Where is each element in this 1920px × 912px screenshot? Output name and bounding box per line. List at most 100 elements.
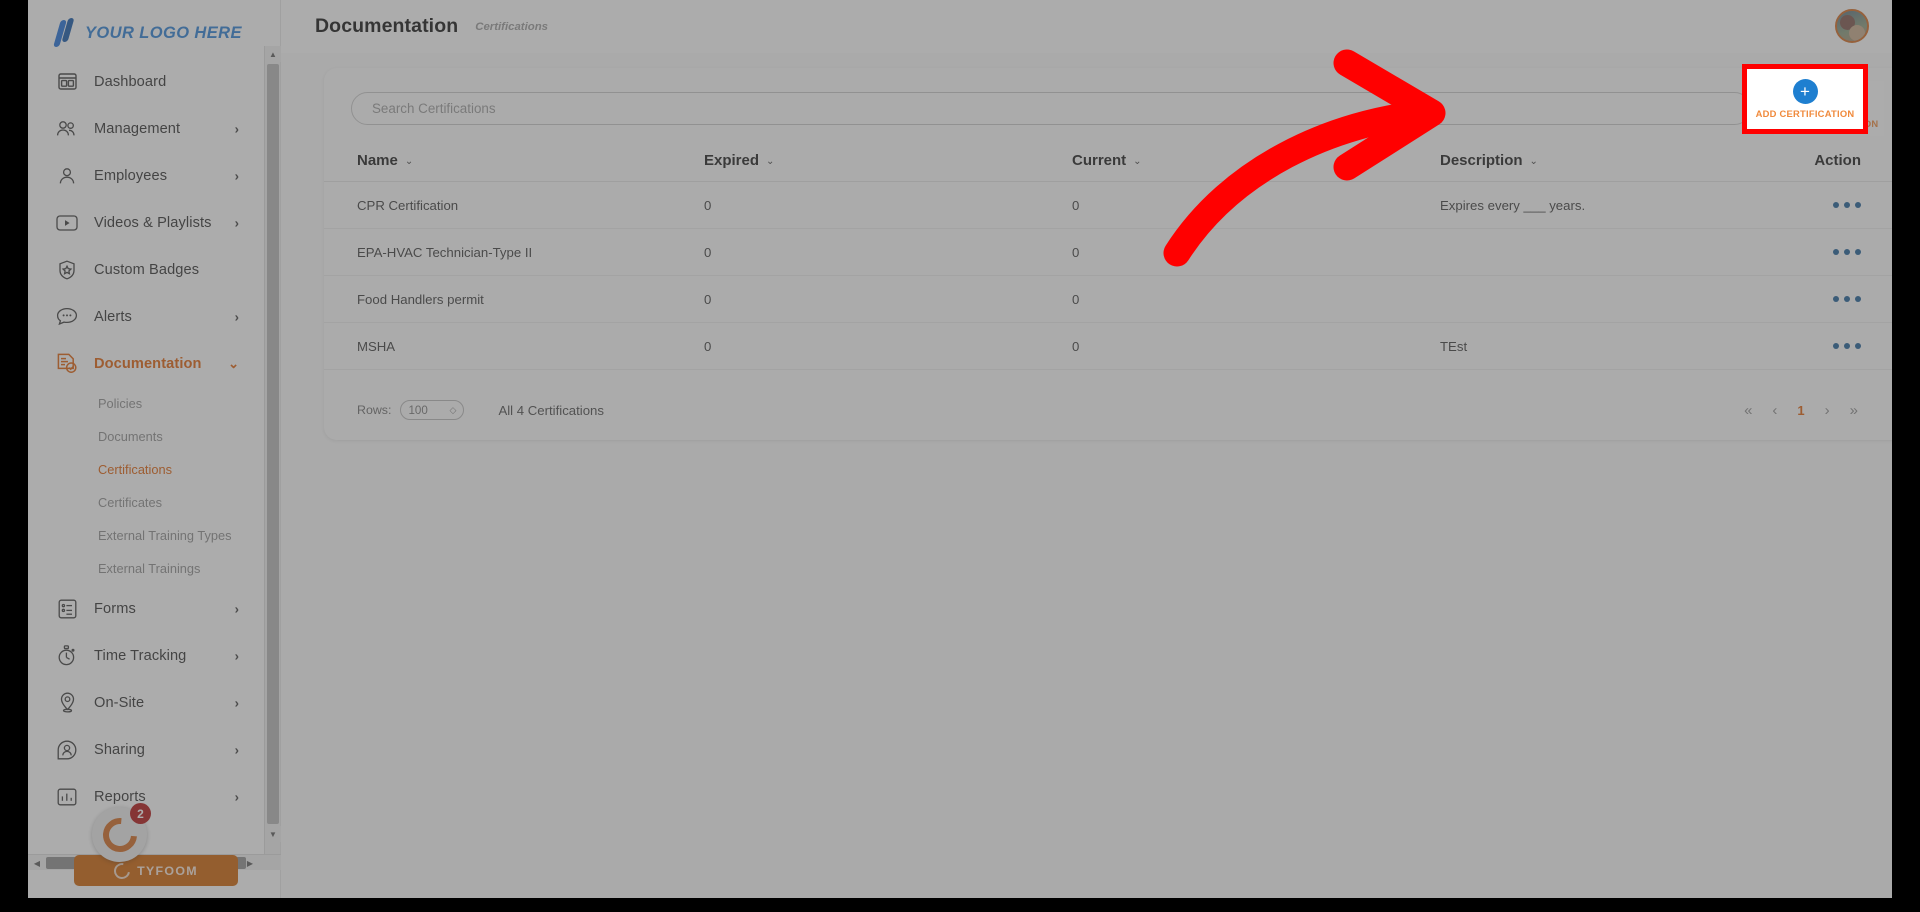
- sidebar-item-label: Videos & Playlists: [94, 214, 212, 231]
- pagination-current-page[interactable]: 1: [1797, 404, 1804, 417]
- cell-description: TEst: [1440, 338, 1468, 354]
- page-header: Documentation Certifications: [281, 0, 1892, 53]
- sidebar-subitem-external-trainings[interactable]: External Trainings: [28, 552, 269, 585]
- scrollbar-thumb[interactable]: [267, 64, 279, 824]
- sidebar-item-employees[interactable]: Employees ›: [28, 152, 269, 199]
- column-header-label: Expired: [704, 152, 760, 169]
- tyfoom-button[interactable]: TYFOOM: [74, 855, 238, 886]
- column-header-action: Action: [1800, 152, 1892, 169]
- badge-shield-icon: [54, 257, 80, 283]
- sidebar-subitem-label: Certificates: [98, 495, 163, 510]
- sidebar-item-custom-badges[interactable]: Custom Badges: [28, 246, 269, 293]
- column-header-label: Description: [1440, 152, 1523, 169]
- sidebar-item-time-tracking[interactable]: Time Tracking ›: [28, 632, 269, 679]
- add-certification-label: ADD CERTIFICATION: [1755, 108, 1855, 119]
- table-row[interactable]: Food Handlers permit 0 0: [324, 276, 1892, 323]
- pagination-first-button[interactable]: «: [1744, 403, 1752, 418]
- stepper-updown-icon[interactable]: ◇: [450, 405, 457, 416]
- page-title: Documentation: [315, 15, 459, 37]
- tyfoom-chat-launcher[interactable]: 2: [92, 803, 151, 862]
- employees-icon: [54, 163, 80, 189]
- sidebar: YOUR LOGO HERE Dashboard Management › Em…: [28, 0, 281, 898]
- scroll-right-icon[interactable]: ▶: [243, 855, 257, 871]
- map-pin-icon: [54, 690, 80, 716]
- sort-caret-icon[interactable]: ⌄: [1133, 156, 1141, 167]
- sidebar-item-label: Forms: [94, 600, 136, 617]
- sidebar-item-label: Time Tracking: [94, 647, 187, 664]
- sidebar-subitem-policies[interactable]: Policies: [28, 387, 269, 420]
- sidebar-item-dashboard[interactable]: Dashboard: [28, 58, 269, 105]
- column-header-expired[interactable]: Expired ⌄: [704, 152, 1072, 169]
- sidebar-subitem-external-training-types[interactable]: External Training Types: [28, 519, 269, 552]
- cell-expired: 0: [704, 197, 712, 213]
- scroll-left-icon[interactable]: ◀: [30, 855, 44, 871]
- sidebar-subitem-label: External Training Types: [98, 528, 232, 543]
- sidebar-item-videos-playlists[interactable]: Videos & Playlists ›: [28, 199, 269, 246]
- cell-name: MSHA: [357, 338, 396, 354]
- app-logo[interactable]: YOUR LOGO HERE: [28, 0, 280, 52]
- cell-current: 0: [1072, 338, 1080, 354]
- sidebar-item-documentation[interactable]: Documentation ⌄: [28, 340, 269, 387]
- sidebar-subitem-documents[interactable]: Documents: [28, 420, 269, 453]
- chevron-down-icon: ⌄: [228, 355, 239, 371]
- table-row[interactable]: MSHA 0 0 TEst: [324, 323, 1892, 370]
- cell-description: Expires every ___ years.: [1440, 197, 1586, 213]
- documentation-icon: [54, 351, 80, 377]
- column-header-label: Action: [1814, 152, 1861, 169]
- sort-caret-icon[interactable]: ⌄: [1530, 156, 1538, 167]
- avatar-face-right: [1849, 25, 1865, 41]
- sidebar-item-management[interactable]: Management ›: [28, 105, 269, 152]
- tyfoom-label: TYFOOM: [137, 863, 198, 878]
- sidebar-vertical-scrollbar[interactable]: ▲ ▼: [264, 46, 281, 858]
- pagination-last-button[interactable]: »: [1850, 403, 1858, 418]
- sidebar-item-on-site[interactable]: On-Site ›: [28, 679, 269, 726]
- sidebar-subitem-label: Certifications: [98, 462, 172, 477]
- column-header-label: Current: [1072, 152, 1127, 169]
- table-row[interactable]: CPR Certification 0 0 Expires every ___ …: [324, 182, 1892, 229]
- chevron-right-icon: ›: [234, 601, 239, 616]
- table-row[interactable]: EPA-HVAC Technician-Type II 0 0: [324, 229, 1892, 276]
- sidebar-item-label: Dashboard: [94, 73, 167, 90]
- alerts-chat-icon: [54, 304, 80, 330]
- sort-caret-icon[interactable]: ⌄: [766, 156, 774, 167]
- column-header-current[interactable]: Current ⌄: [1072, 152, 1440, 169]
- cell-action: [1800, 196, 1892, 214]
- chevron-right-icon: ›: [234, 121, 239, 136]
- cell-current: 0: [1072, 244, 1080, 260]
- avatar[interactable]: [1835, 9, 1869, 43]
- column-header-label: Name: [357, 152, 398, 169]
- rows-per-page-label: Rows:: [357, 403, 392, 417]
- chevron-right-icon: ›: [234, 168, 239, 183]
- sidebar-subitem-certificates[interactable]: Certificates: [28, 486, 269, 519]
- scroll-up-icon[interactable]: ▲: [265, 46, 281, 62]
- chevron-right-icon: ›: [234, 695, 239, 710]
- management-icon: [54, 116, 80, 142]
- scroll-down-icon[interactable]: ▼: [265, 826, 281, 842]
- sidebar-item-forms[interactable]: Forms ›: [28, 585, 269, 632]
- row-actions-menu-icon[interactable]: [1833, 342, 1861, 349]
- total-count-label: All 4 Certifications: [498, 402, 604, 418]
- cell-expired: 0: [704, 291, 712, 307]
- sidebar-item-alerts[interactable]: Alerts ›: [28, 293, 269, 340]
- row-actions-menu-icon[interactable]: [1833, 248, 1861, 255]
- tyfoom-swirl-icon: [110, 859, 134, 882]
- sidebar-item-label: Management: [94, 120, 181, 137]
- logo-mark-icon: [53, 18, 76, 48]
- plus-icon: +: [1792, 79, 1818, 104]
- pagination-next-button[interactable]: ›: [1825, 403, 1830, 418]
- column-header-name[interactable]: Name ⌄: [324, 152, 704, 169]
- sort-caret-icon[interactable]: ⌄: [405, 156, 413, 167]
- sidebar-item-label: Custom Badges: [94, 261, 200, 278]
- sidebar-subitem-label: Policies: [98, 396, 143, 411]
- column-header-description[interactable]: Description ⌄: [1440, 152, 1800, 169]
- rows-per-page-stepper[interactable]: 100 ◇: [400, 400, 465, 420]
- sidebar-subitem-certifications[interactable]: Certifications: [28, 453, 269, 486]
- search-input[interactable]: [351, 92, 1751, 125]
- add-certification-highlight-fill: + ADD CERTIFICATION: [1747, 69, 1863, 129]
- row-actions-menu-icon[interactable]: [1833, 201, 1861, 208]
- sharing-person-icon: [54, 737, 80, 763]
- row-actions-menu-icon[interactable]: [1833, 295, 1861, 302]
- pagination-prev-button[interactable]: ‹: [1772, 403, 1777, 418]
- sidebar-item-sharing[interactable]: Sharing ›: [28, 726, 269, 773]
- screenshot-root: YOUR LOGO HERE Dashboard Management › Em…: [0, 0, 1920, 912]
